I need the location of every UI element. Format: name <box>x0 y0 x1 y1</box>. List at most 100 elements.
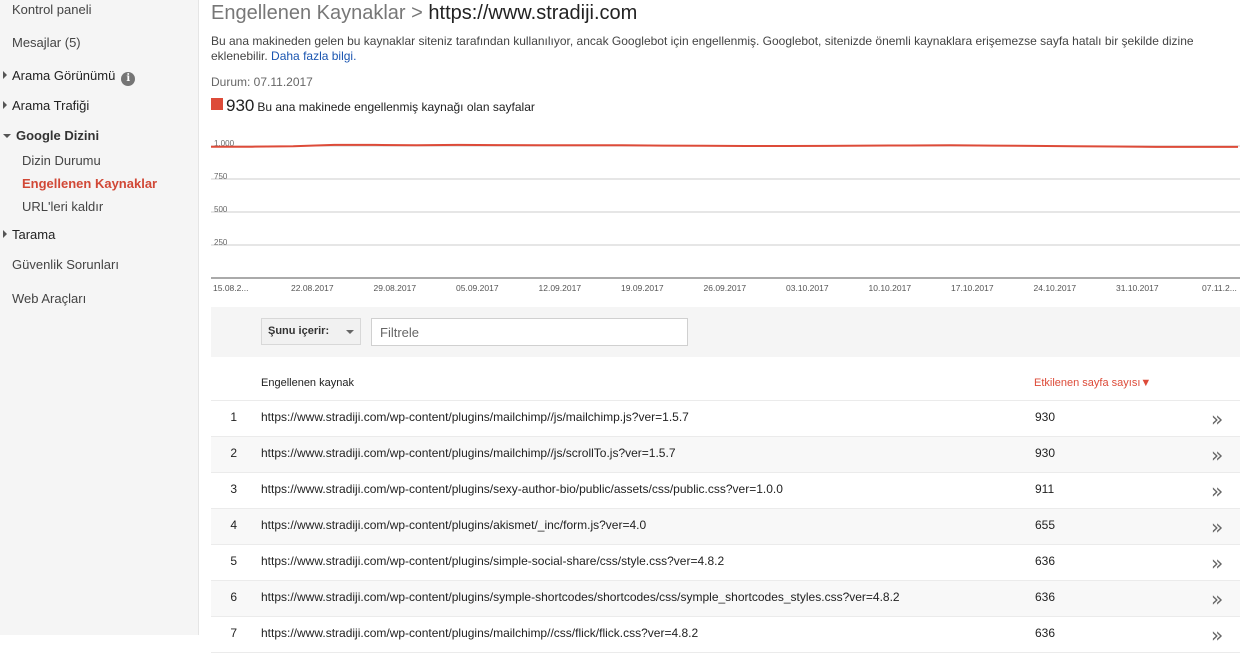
table-row[interactable]: 4 https://www.stradiji.com/wp-content/plu… <box>211 509 1240 545</box>
x-tick-label: 15.08.2... <box>213 283 248 293</box>
legend-value: 930 <box>226 96 255 115</box>
sidebar-item-remove-urls[interactable]: URL'leri kaldır <box>22 199 103 214</box>
x-tick-label: 31.10.2017 <box>1116 283 1159 293</box>
sidebar-item-label: Dizin Durumu <box>22 153 101 168</box>
filter-type-label: Şunu içerir: <box>268 325 330 337</box>
double-chevron-right-icon[interactable]: » <box>1211 515 1223 539</box>
filter-type-select[interactable]: Şunu içerir: <box>261 318 361 345</box>
table-row[interactable]: 3 https://www.stradiji.com/wp-content/plu… <box>211 473 1240 509</box>
double-chevron-right-icon[interactable]: » <box>1211 407 1223 431</box>
affected-pages-count: 930 <box>1035 410 1056 424</box>
sidebar-item-label: Google Dizini <box>16 128 100 143</box>
sidebar-item-label: Güvenlik Sorunları <box>12 257 119 272</box>
x-tick-label: 05.09.2017 <box>456 283 499 293</box>
resource-url: https://www.stradiji.com/wp-content/plug… <box>261 554 725 568</box>
resource-url: https://www.stradiji.com/wp-content/plug… <box>261 590 900 604</box>
double-chevron-right-icon[interactable]: » <box>1211 443 1223 467</box>
column-header-resource: Engellenen kaynak <box>261 377 354 389</box>
row-number: 6 <box>230 590 237 604</box>
legend-swatch <box>211 98 223 110</box>
description-text: Bu ana makineden gelen bu kaynaklar site… <box>211 34 1194 63</box>
row-number: 1 <box>230 410 237 424</box>
sidebar-item-dashboard[interactable]: Kontrol paneli <box>12 2 92 17</box>
table-row[interactable]: 7 https://www.stradiji.com/wp-content/plu… <box>211 617 1240 653</box>
chevron-right-icon <box>3 230 7 238</box>
double-chevron-right-icon[interactable]: » <box>1211 479 1223 503</box>
chevron-down-icon <box>3 134 11 138</box>
sidebar-item-search-appearance[interactable]: Arama Görünümü i <box>3 68 136 86</box>
sidebar-item-label: Mesajlar (5) <box>12 35 81 50</box>
x-tick-label: 24.10.2017 <box>1034 283 1077 293</box>
sidebar-item-label: Engellenen Kaynaklar <box>22 176 158 191</box>
info-icon[interactable]: i <box>121 72 136 86</box>
sidebar-item-label: Arama Trafiği <box>12 98 90 113</box>
learn-more-link[interactable]: Daha fazla bilgi. <box>271 49 356 63</box>
sidebar-item-label: Arama Görünümü <box>12 68 116 83</box>
x-tick-label: 03.10.2017 <box>786 283 829 293</box>
site-url: https://www.stradiji.com <box>428 2 638 24</box>
table-row[interactable]: 1 https://www.stradiji.com/wp-content/plu… <box>211 401 1240 437</box>
status-date: Durum: 07.11.2017 <box>211 75 313 89</box>
double-chevron-right-icon[interactable]: » <box>1211 587 1223 611</box>
filter-input[interactable] <box>371 318 688 346</box>
y-tick-label: 500 <box>214 205 228 214</box>
blocked-resources-table: Engellenen kaynak Etkilenen sayfa sayısı… <box>211 367 1240 653</box>
resource-url: https://www.stradiji.com/wp-content/plug… <box>261 626 699 640</box>
filter-bar: Şunu içerir: <box>211 307 1240 357</box>
sidebar-item-google-index[interactable]: Google Dizini <box>3 128 99 143</box>
sidebar-item-label: Tarama <box>12 227 56 242</box>
sidebar-item-search-traffic[interactable]: Arama Trafiği <box>3 98 89 113</box>
affected-pages-count: 636 <box>1035 590 1056 604</box>
sidebar-item-label: Kontrol paneli <box>12 2 92 17</box>
affected-pages-count: 636 <box>1035 554 1056 568</box>
x-tick-label: 10.10.2017 <box>869 283 912 293</box>
affected-pages-count: 655 <box>1035 518 1056 532</box>
resource-url: https://www.stradiji.com/wp-content/plug… <box>261 518 647 532</box>
blocked-pages-chart: 1.00075050025015.08.2... 22.08.2017 29.08.… <box>211 139 1240 293</box>
sidebar-item-label: Web Araçları <box>12 291 87 306</box>
chevron-right-icon <box>3 101 7 109</box>
chart-legend: 930 Bu ana makinede engellenmiş kaynağı o… <box>211 96 535 116</box>
chevron-right-icon <box>3 71 7 79</box>
affected-pages-count: 911 <box>1035 482 1055 496</box>
sidebar-item-messages[interactable]: Mesajlar (5) <box>12 35 81 50</box>
series-line <box>211 143 1238 148</box>
sidebar: Kontrol paneli Mesajlar (5) Arama Görünü… <box>0 0 199 635</box>
y-tick-label: 750 <box>214 172 228 181</box>
table-header: Engellenen kaynak Etkilenen sayfa sayısı… <box>211 367 1240 401</box>
table-row[interactable]: 2 https://www.stradiji.com/wp-content/plu… <box>211 437 1240 473</box>
resource-url: https://www.stradiji.com/wp-content/plug… <box>261 482 783 496</box>
x-tick-label: 07.11.2... <box>1202 283 1237 293</box>
page-description: Bu ana makineden gelen bu kaynaklar site… <box>211 34 1239 64</box>
table-row[interactable]: 5 https://www.stradiji.com/wp-content/plu… <box>211 545 1240 581</box>
page-title: Engellenen Kaynaklar > https://www.strad… <box>211 2 637 25</box>
resource-url: https://www.stradiji.com/wp-content/plug… <box>261 410 689 424</box>
x-tick-label: 19.09.2017 <box>621 283 664 293</box>
legend-label: Bu ana makinede engellenmiş kaynağı olan… <box>257 100 535 114</box>
sidebar-item-blocked-resources[interactable]: Engellenen Kaynaklar <box>22 176 157 191</box>
affected-pages-count: 636 <box>1035 626 1056 640</box>
double-chevron-right-icon[interactable]: » <box>1211 551 1223 575</box>
y-tick-label: 250 <box>214 238 228 247</box>
sidebar-item-security-issues[interactable]: Güvenlik Sorunları <box>12 257 119 272</box>
affected-pages-count: 930 <box>1035 446 1056 460</box>
sidebar-item-index-status[interactable]: Dizin Durumu <box>22 153 101 168</box>
double-chevron-right-icon[interactable]: » <box>1211 623 1223 647</box>
sidebar-item-label: URL'leri kaldır <box>22 199 104 214</box>
x-tick-label: 26.09.2017 <box>704 283 747 293</box>
x-tick-label: 29.08.2017 <box>374 283 417 293</box>
row-number: 4 <box>230 518 237 532</box>
row-number: 7 <box>230 626 237 640</box>
x-tick-label: 17.10.2017 <box>951 283 994 293</box>
table-body: 1 https://www.stradiji.com/wp-content/plu… <box>211 401 1240 653</box>
sidebar-item-web-tools[interactable]: Web Araçları <box>12 291 86 306</box>
sidebar-item-crawl[interactable]: Tarama <box>3 227 55 242</box>
x-tick-label: 12.09.2017 <box>539 283 582 293</box>
chevron-down-icon <box>346 330 354 334</box>
column-header-affected-pages[interactable]: Etkilenen sayfa sayısı▼ <box>1034 377 1151 389</box>
row-number: 3 <box>230 482 237 496</box>
page-title-text: Engellenen Kaynaklar > <box>211 2 423 24</box>
row-number: 5 <box>230 554 237 568</box>
table-row[interactable]: 6 https://www.stradiji.com/wp-content/plu… <box>211 581 1240 617</box>
resource-url: https://www.stradiji.com/wp-content/plug… <box>261 446 676 460</box>
